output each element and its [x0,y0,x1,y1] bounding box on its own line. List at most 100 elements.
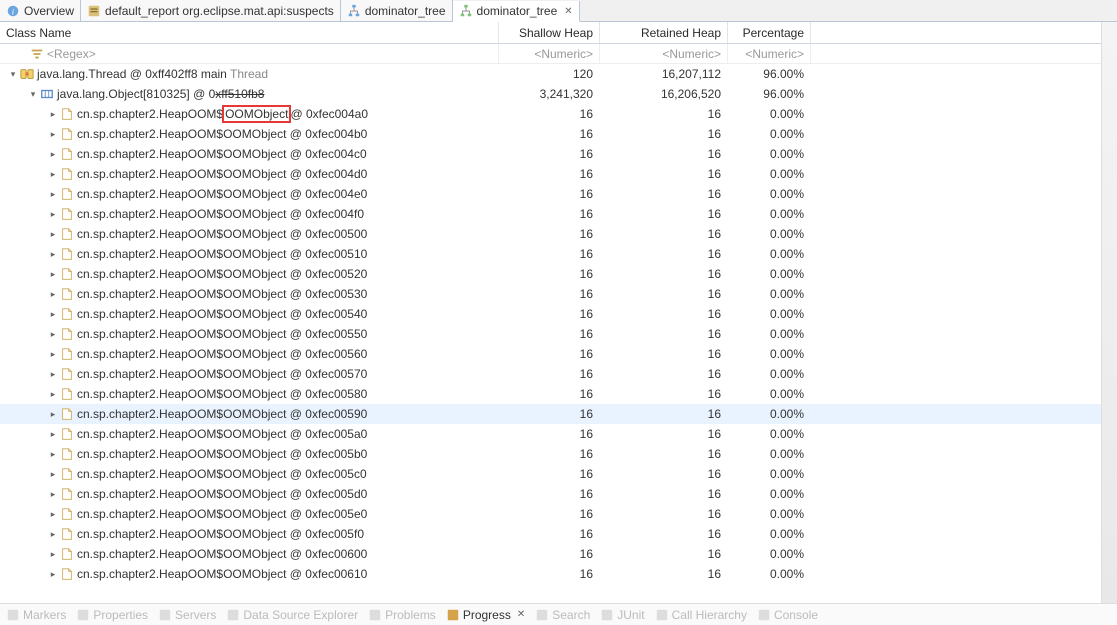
percentage-value: 0.00% [728,307,811,321]
tree-twisty-collapsed[interactable]: ▸ [46,187,60,201]
tree-row-oomobject[interactable]: ▸ cn.sp.chapter2.HeapOOM$OOMObject @ 0xfe… [0,304,1117,324]
tree-twisty-collapsed[interactable]: ▸ [46,407,60,421]
tree-twisty-collapsed[interactable]: ▸ [46,107,60,121]
shallow-heap-value: 16 [499,467,600,481]
retained-heap-value: 16 [600,147,728,161]
tree-row-oomobject[interactable]: ▸cn.sp.chapter2.HeapOOM$OOMObject @ 0xfe… [0,344,1117,364]
tree-row-oomobject[interactable]: ▸cn.sp.chapter2.HeapOOM$OOMObject @ 0xfe… [0,404,1117,424]
bottom-view-junit[interactable]: JUnit [600,608,644,622]
tree-row-oomobject[interactable]: ▸cn.sp.chapter2.HeapOOM$OOMObject @ 0xfe… [0,424,1117,444]
tree-twisty-collapsed[interactable]: ▸ [46,267,60,281]
tree-twisty-collapsed[interactable]: ▸ [46,487,60,501]
percentage-value: 0.00% [728,207,811,221]
tab-overview[interactable]: i Overview [0,0,81,21]
view-icon [535,608,549,622]
bottom-view-properties[interactable]: Properties [76,608,148,622]
filter-percent[interactable]: <Numeric> [728,44,811,63]
bottom-view-call hierarchy[interactable]: Call Hierarchy [655,608,747,622]
tree-row-object-array[interactable]: ▾java.lang.Object[810325] @ 0xff510fb83,… [0,84,1117,104]
bottom-view-progress[interactable]: Progress✕ [446,608,525,622]
tree-row-oomobject[interactable]: ▸cn.sp.chapter2.HeapOOM$OOMObject @ 0xfe… [0,384,1117,404]
bottom-views-strip: Markers Properties Servers Data Source Expl… [0,603,1117,625]
tab-dominator-tree-active[interactable]: dominator_tree ✕ [453,1,580,22]
filter-class[interactable]: <Regex> [0,44,499,63]
tree-twisty-collapsed[interactable]: ▸ [46,147,60,161]
tree-row-oomobject[interactable]: ▸cn.sp.chapter2.HeapOOM$OOMObject @ 0xfe… [0,484,1117,504]
tree-row-oomobject[interactable]: ▸cn.sp.chapter2.HeapOOM$OOMObject @ 0xfe… [0,544,1117,564]
close-icon[interactable]: ✕ [517,609,525,620]
tree-row-oomobject[interactable]: ▸cn.sp.chapter2.HeapOOM$OOMObject @ 0xfe… [0,224,1117,244]
header-shallow-heap[interactable]: Shallow Heap [499,22,600,43]
tree-row-oomobject[interactable]: ▸cn.sp.chapter2.HeapOOM$OOMObject @ 0xfe… [0,124,1117,144]
tree-twisty-collapsed[interactable]: ▸ [46,167,60,181]
tree-row-oomobject[interactable]: ▸cn.sp.chapter2.HeapOOM$OOMObject @ 0xfe… [0,184,1117,204]
tree-twisty-collapsed[interactable]: ▸ [46,547,60,561]
header-class-name[interactable]: Class Name [0,22,499,43]
percentage-value: 0.00% [728,247,811,261]
class-name-label: cn.sp.chapter2.HeapOOM$OOMObject @ 0xfec… [77,207,364,221]
tree-twisty-collapsed[interactable]: ▸ [46,327,60,341]
percentage-value: 0.00% [728,347,811,361]
tree-row-oomobject[interactable]: ▸cn.sp.chapter2.HeapOOM$OOMObject @ 0xfe… [0,144,1117,164]
tree-twisty-collapsed[interactable]: ▸ [46,567,60,581]
retained-heap-value: 16,206,520 [600,87,728,101]
tree-row-oomobject[interactable]: ▸cn.sp.chapter2.HeapOOM$OOMObject @ 0xfe… [0,504,1117,524]
tree-row-oomobject[interactable]: ▸ cn.sp.chapter2.HeapOOM$OOMObject @ 0xfe… [0,204,1117,224]
shallow-heap-value: 16 [499,107,600,121]
percentage-value: 0.00% [728,127,811,141]
tree-rows: ▾java.lang.Thread @ 0xff402ff8 main Thre… [0,64,1117,604]
tab-label: default_report org.eclipse.mat.api:suspe… [105,4,334,18]
tree-row-oomobject[interactable]: ▸cn.sp.chapter2.HeapOOM$OOMObject @ 0xfe… [0,284,1117,304]
tree-twisty-collapsed[interactable]: ▸ [46,207,60,221]
tree-twisty-collapsed[interactable]: ▸ [46,387,60,401]
bottom-view-data source explorer[interactable]: Data Source Explorer [226,608,358,622]
retained-heap-value: 16 [600,367,728,381]
tree-row-oomobject[interactable]: ▸cn.sp.chapter2.HeapOOM$OOMObject @ 0xfe… [0,364,1117,384]
tree-twisty-collapsed[interactable]: ▸ [46,127,60,141]
class-name-label: cn.sp.chapter2.HeapOOM$OOMObject @ 0xfec… [77,307,367,321]
tree-twisty-collapsed[interactable]: ▸ [46,227,60,241]
bottom-view-markers[interactable]: Markers [6,608,66,622]
header-retained-heap[interactable]: Retained Heap [600,22,728,43]
bottom-view-search[interactable]: Search [535,608,590,622]
bottom-view-label: Markers [23,608,66,622]
shallow-heap-value: 16 [499,127,600,141]
tree-row-oomobject[interactable]: ▸cn.sp.chapter2.HeapOOM$OOMObject @ 0xfe… [0,564,1117,584]
tree-row-thread[interactable]: ▾java.lang.Thread @ 0xff402ff8 main Thre… [0,64,1117,84]
tree-row-oomobject[interactable]: ▸cn.sp.chapter2.HeapOOM$OOMObject @ 0xfe… [0,464,1117,484]
tree-twisty-collapsed[interactable]: ▸ [46,347,60,361]
percentage-value: 0.00% [728,387,811,401]
tree-row-oomobject[interactable]: ▸cn.sp.chapter2.HeapOOM$OOMObject @ 0xfe… [0,444,1117,464]
retained-heap-value: 16,207,112 [600,67,728,81]
tree-row-oomobject[interactable]: ▸cn.sp.chapter2.HeapOOM$OOMObject @ 0xfe… [0,104,1117,124]
tree-twisty-expanded[interactable]: ▾ [26,87,40,101]
tree-row-oomobject[interactable]: ▸cn.sp.chapter2.HeapOOM$OOMObject @ 0xfe… [0,324,1117,344]
percentage-value: 0.00% [728,507,811,521]
tree-twisty-collapsed[interactable]: ▸ [46,427,60,441]
bottom-view-servers[interactable]: Servers [158,608,216,622]
tree-row-oomobject[interactable]: ▸cn.sp.chapter2.HeapOOM$OOMObject @ 0xfe… [0,164,1117,184]
tree-twisty-collapsed[interactable]: ▸ [46,447,60,461]
filter-shallow[interactable]: <Numeric> [499,44,600,63]
bottom-view-label: Search [552,608,590,622]
tree-twisty-collapsed[interactable]: ▸ [46,287,60,301]
tree-row-oomobject[interactable]: ▸cn.sp.chapter2.HeapOOM$OOMObject @ 0xfe… [0,264,1117,284]
tree-twisty-collapsed[interactable]: ▸ [46,307,60,321]
percentage-value: 0.00% [728,187,811,201]
tree-twisty-collapsed[interactable]: ▸ [46,467,60,481]
bottom-view-console[interactable]: Console [757,608,818,622]
bottom-view-problems[interactable]: Problems [368,608,436,622]
tree-twisty-collapsed[interactable]: ▸ [46,247,60,261]
tree-twisty-collapsed[interactable]: ▸ [46,527,60,541]
tree-row-oomobject[interactable]: ▸cn.sp.chapter2.HeapOOM$OOMObject @ 0xfe… [0,244,1117,264]
tree-row-oomobject[interactable]: ▸cn.sp.chapter2.HeapOOM$OOMObject @ 0xfe… [0,524,1117,544]
tree-twisty-collapsed[interactable]: ▸ [46,367,60,381]
tree-twisty-expanded[interactable]: ▾ [6,67,20,81]
tab-default-report[interactable]: default_report org.eclipse.mat.api:suspe… [81,0,341,21]
tree-twisty-collapsed[interactable]: ▸ [46,507,60,521]
filter-retained[interactable]: <Numeric> [600,44,728,63]
close-icon[interactable]: ✕ [564,6,572,17]
tab-dominator-tree-1[interactable]: dominator_tree [341,0,453,21]
vertical-scrollbar[interactable] [1101,22,1117,603]
header-percentage[interactable]: Percentage [728,22,811,43]
